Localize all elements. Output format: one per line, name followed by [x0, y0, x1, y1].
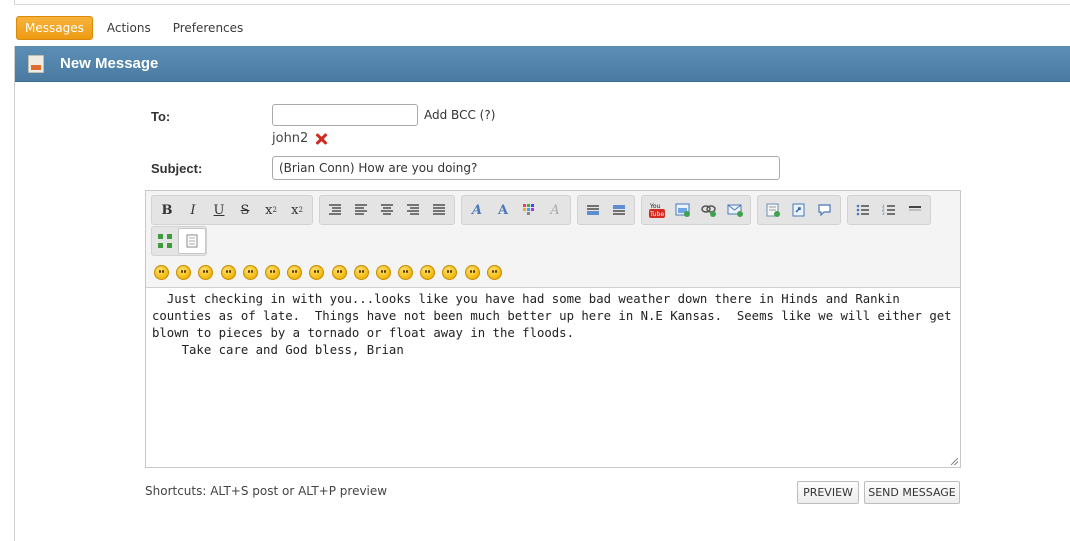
tab-actions[interactable]: Actions — [99, 17, 159, 39]
confused-icon[interactable] — [331, 265, 347, 280]
align-right-icon[interactable] — [400, 198, 426, 222]
bold-icon[interactable]: B — [154, 198, 180, 222]
link-icon[interactable] — [696, 198, 722, 222]
emoticon-bar — [154, 265, 509, 280]
recipient-chip: john2 — [272, 131, 328, 146]
to-label: To: — [151, 109, 171, 124]
subject-label: Subject: — [151, 161, 203, 176]
happy-icon[interactable] — [198, 265, 214, 280]
comment-icon[interactable] — [812, 198, 838, 222]
panel-title: New Message — [60, 55, 159, 72]
subscript-icon[interactable]: x2 — [284, 198, 310, 222]
angry-icon[interactable] — [242, 265, 258, 280]
quote-icon[interactable] — [786, 198, 812, 222]
tab-preferences[interactable]: Preferences — [165, 17, 252, 39]
svg-text:3: 3 — [882, 211, 885, 216]
align-left-icon[interactable] — [348, 198, 374, 222]
horizontal-line-icon[interactable] — [902, 198, 928, 222]
wink-icon[interactable] — [176, 265, 192, 280]
font-size-icon[interactable]: A — [490, 198, 516, 222]
recipient-name: john2 — [272, 131, 309, 146]
mad-icon[interactable] — [420, 265, 436, 280]
tab-messages[interactable]: Messages — [16, 16, 93, 40]
laugh-icon[interactable] — [464, 265, 480, 280]
toolbar-group-insert-block — [577, 195, 635, 225]
tongue-icon[interactable] — [375, 265, 391, 280]
svg-text:You: You — [649, 203, 661, 210]
superscript-icon[interactable]: x2 — [258, 198, 284, 222]
underline-icon[interactable]: U — [206, 198, 232, 222]
top-border — [14, 0, 1070, 5]
cool-icon[interactable] — [309, 265, 325, 280]
panel-header: New Message — [15, 46, 1070, 82]
email-icon[interactable] — [722, 198, 748, 222]
tab-bar: Messages Actions Preferences — [16, 15, 257, 41]
smug-icon[interactable] — [442, 265, 458, 280]
italic-icon[interactable]: I — [180, 198, 206, 222]
toolbar-row-1: B I U S x2 x2 A A A You Tube 1 2 3 — [151, 195, 937, 225]
align-center-icon[interactable] — [374, 198, 400, 222]
toolbar-group-code — [757, 195, 841, 225]
toolbar-group-font: A A A — [461, 195, 571, 225]
message-icon — [28, 54, 44, 73]
youtube-icon[interactable]: You Tube — [644, 198, 670, 222]
image-icon[interactable] — [670, 198, 696, 222]
justify-icon[interactable] — [426, 198, 452, 222]
svg-text:Tube: Tube — [649, 211, 664, 218]
message-body[interactable]: Just checking in with you...looks like y… — [146, 287, 960, 467]
remove-format-icon[interactable]: A — [542, 198, 568, 222]
preview-button[interactable]: PREVIEW — [797, 481, 859, 504]
insert-code-icon[interactable] — [760, 198, 786, 222]
sick-icon[interactable] — [486, 265, 502, 280]
font-icon[interactable]: A — [464, 198, 490, 222]
add-bcc-link[interactable]: Add BCC (?) — [424, 108, 495, 122]
outdent-icon[interactable] — [322, 198, 348, 222]
numbered-list-icon[interactable]: 123 — [876, 198, 902, 222]
strikethrough-icon[interactable]: S — [232, 198, 258, 222]
send-message-button[interactable]: SEND MESSAGE — [864, 481, 960, 504]
subject-input[interactable]: (Brian Conn) How are you doing? — [272, 156, 780, 180]
source-icon[interactable] — [178, 228, 206, 254]
table-icon[interactable] — [606, 198, 632, 222]
toolbar-group-lists: 123 — [847, 195, 931, 225]
bullet-list-icon[interactable] — [850, 198, 876, 222]
shortcuts-hint: Shortcuts: ALT+S post or ALT+P preview — [145, 484, 388, 498]
toolbar-group-media: You Tube — [641, 195, 751, 225]
toolbar-group-format: B I U S x2 x2 — [151, 195, 313, 225]
cry-icon[interactable] — [398, 265, 414, 280]
to-input[interactable] — [272, 104, 418, 126]
shocked-icon[interactable] — [287, 265, 303, 280]
maximize-icon[interactable] — [152, 229, 178, 253]
text-color-icon[interactable] — [516, 198, 542, 222]
toolbar-group-view — [151, 226, 207, 256]
toolbar-group-align — [319, 195, 455, 225]
remove-recipient-icon[interactable] — [314, 132, 328, 146]
horizontal-rule-icon[interactable] — [580, 198, 606, 222]
grin-icon[interactable] — [220, 265, 236, 280]
sad-icon[interactable] — [264, 265, 280, 280]
resize-grip-icon[interactable] — [951, 458, 958, 465]
smile-icon[interactable] — [154, 265, 169, 280]
toolbar-row-2 — [151, 226, 213, 256]
message-editor: B I U S x2 x2 A A A You Tube 1 2 3 Just … — [145, 190, 961, 468]
rolleyes-icon[interactable] — [353, 265, 369, 280]
